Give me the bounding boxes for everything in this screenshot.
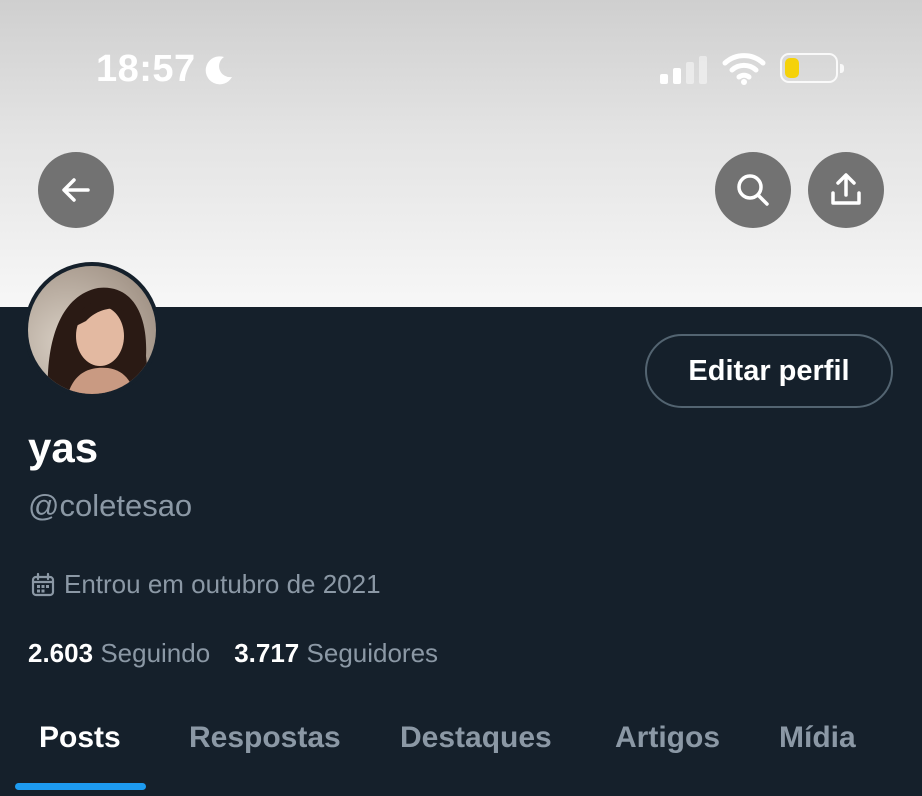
edit-profile-button[interactable]: Editar perfil [645,334,893,408]
tab-artigos[interactable]: Artigos [615,721,720,755]
active-tab-indicator [15,783,146,790]
calendar-icon [31,572,55,596]
status-bar-time: 18:57 [96,48,236,91]
search-button[interactable] [715,152,791,228]
tab-destaques[interactable]: Destaques [400,721,552,755]
followers-link[interactable]: 3.717 Seguidores [234,638,438,669]
tab-respostas[interactable]: Respostas [189,721,341,755]
user-handle: @coletesao [28,488,193,523]
follow-stats: 2.603 Seguindo 3.717 Seguidores [28,638,438,669]
cellular-signal-icon [660,54,707,84]
avatar[interactable] [24,262,160,398]
followers-label: Seguidores [306,638,439,668]
battery-icon [780,53,844,83]
profile-tabs: Posts Respostas Destaques Artigos Mídia [0,715,922,796]
joined-date: Entrou em outubro de 2021 [30,569,381,600]
profile-photo [28,266,156,394]
share-upload-icon [831,173,861,205]
display-name: yas [28,424,99,471]
tab-posts[interactable]: Posts [39,721,121,755]
wifi-icon [722,53,766,85]
arrow-left-icon [62,178,90,202]
moon-icon [205,55,232,84]
following-count: 2.603 [28,638,94,668]
tab-midia[interactable]: Mídia [779,721,856,755]
following-label: Seguindo [100,638,211,668]
search-icon [737,174,769,206]
profile-banner[interactable] [0,0,922,307]
joined-text: Entrou em outubro de 2021 [64,569,381,599]
clock-text: 18:57 [96,48,196,90]
following-link[interactable]: 2.603 Seguindo [28,638,210,669]
share-button[interactable] [808,152,884,228]
battery-level [785,58,799,78]
back-button[interactable] [38,152,114,228]
followers-count: 3.717 [234,638,300,668]
